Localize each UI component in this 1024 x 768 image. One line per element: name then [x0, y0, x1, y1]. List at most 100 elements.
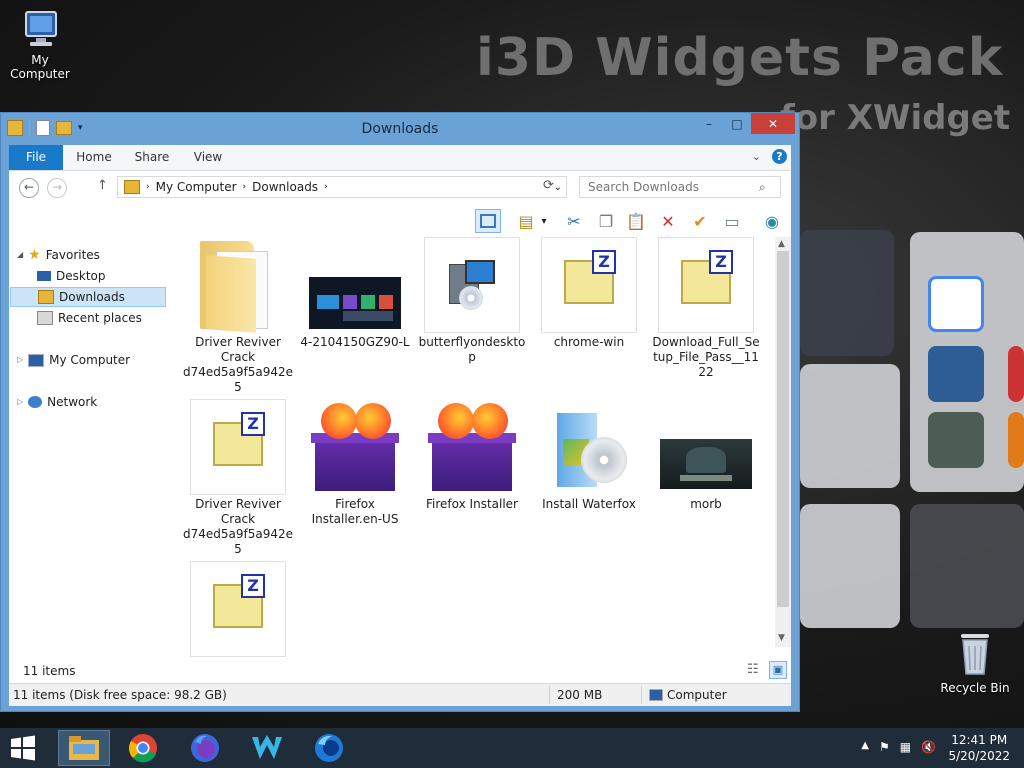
- refresh-button[interactable]: ⟳: [543, 178, 554, 193]
- breadcrumb-downloads[interactable]: Downloads: [252, 180, 318, 194]
- video-thumbnail-icon: [658, 399, 754, 495]
- maximize-button[interactable]: □: [723, 113, 751, 134]
- globe-icon[interactable]: ◉: [759, 209, 785, 233]
- minimize-button[interactable]: –: [695, 113, 723, 134]
- computer-icon: [25, 11, 57, 46]
- items-count-row: 11 items ☷ ▣: [9, 660, 791, 682]
- file-item[interactable]: Firefox Installer: [417, 399, 527, 512]
- file-item[interactable]: Z chrome-win: [534, 237, 644, 350]
- address-dropdown-icon[interactable]: ⌄: [554, 182, 562, 193]
- nav-favorites[interactable]: ◢ ★ Favorites: [17, 245, 100, 265]
- scroll-thumb[interactable]: [777, 251, 789, 607]
- zip-archive-icon: Z: [190, 399, 286, 495]
- forward-button[interactable]: →: [47, 178, 67, 198]
- start-button[interactable]: [0, 730, 46, 766]
- file-name: Install Waterfox: [542, 497, 636, 511]
- file-name: 4-2104150GZ90-L: [300, 335, 410, 349]
- waterfox-icon: [252, 735, 282, 759]
- file-item[interactable]: Z Download_Full_Setup_File_Pass__1122: [651, 237, 761, 380]
- file-item[interactable]: Z Driver Reviver Crack d74ed5a9f5a942e5: [183, 399, 293, 557]
- nav-network-label: Network: [47, 395, 98, 409]
- file-item[interactable]: Install Waterfox: [534, 399, 644, 512]
- vertical-scrollbar[interactable]: ▲ ▼: [775, 237, 791, 647]
- clock-time: 12:41 PM: [951, 733, 1008, 747]
- computer-icon: [649, 689, 663, 701]
- firefox-installer-icon: [307, 399, 403, 495]
- file-item[interactable]: butterflyondesktop: [417, 237, 527, 365]
- network-status-icon[interactable]: ▦: [900, 740, 911, 754]
- scroll-down-icon[interactable]: ▼: [778, 633, 785, 643]
- setup-installer-icon: [541, 399, 637, 495]
- details-view-icon[interactable]: ☷: [747, 662, 759, 677]
- expand-arrow-icon[interactable]: ◢: [17, 245, 23, 265]
- file-name: chrome-win: [553, 335, 625, 349]
- paste-icon[interactable]: 📋: [623, 209, 649, 233]
- large-icons-view-icon[interactable]: ▣: [769, 661, 787, 679]
- nav-my-computer[interactable]: ▷ My Computer: [17, 350, 130, 370]
- file-item[interactable]: 4-2104150GZ90-L: [300, 237, 410, 350]
- start-icon: [11, 735, 35, 761]
- help-icon[interactable]: ?: [772, 149, 787, 164]
- up-button[interactable]: ↑: [97, 178, 108, 193]
- volume-muted-icon[interactable]: 🔇: [921, 740, 936, 754]
- properties-icon[interactable]: ▭: [719, 209, 745, 233]
- downloads-folder-icon: [124, 180, 140, 194]
- tab-view[interactable]: View: [185, 145, 231, 170]
- nav-network[interactable]: ▷ Network: [17, 392, 97, 412]
- nav-desktop[interactable]: Desktop: [37, 266, 106, 286]
- recycle-bin-icon: [961, 634, 989, 675]
- collapse-arrow-icon[interactable]: ▷: [17, 392, 23, 412]
- breadcrumb-separator-icon[interactable]: ›: [146, 182, 150, 192]
- status-size: 200 MB: [557, 688, 603, 702]
- breadcrumb-separator-icon[interactable]: ›: [243, 182, 247, 192]
- nav-recent-places[interactable]: Recent places: [37, 308, 142, 328]
- chrome-icon: [129, 734, 157, 763]
- status-location: Computer: [667, 688, 727, 702]
- window-controls: – □ ✕: [695, 113, 795, 134]
- title-bar[interactable]: ▾ Downloads – □ ✕: [1, 113, 799, 143]
- close-button[interactable]: ✕: [751, 113, 795, 134]
- collapse-arrow-icon[interactable]: ▷: [17, 350, 23, 370]
- wallpaper-title: i3D Widgets Pack: [476, 28, 1004, 88]
- search-input[interactable]: Search Downloads: [579, 176, 781, 198]
- taskbar-waterfox[interactable]: [244, 730, 290, 766]
- nav-desktop-label: Desktop: [56, 269, 106, 283]
- breadcrumb-separator-icon[interactable]: ›: [324, 182, 328, 192]
- taskbar-firefox[interactable]: [182, 730, 228, 766]
- taskbar-file-explorer[interactable]: [58, 730, 110, 766]
- recycle-bin-desktop-icon[interactable]: Recycle Bin: [940, 628, 1010, 695]
- folder-options-icon[interactable]: ▤: [513, 209, 539, 233]
- firefox-nightly-icon: [315, 734, 343, 762]
- scroll-up-icon[interactable]: ▲: [778, 239, 785, 249]
- recycle-bin-label: Recycle Bin: [940, 681, 1010, 695]
- nav-computer-label: My Computer: [49, 353, 131, 367]
- dropdown-icon[interactable]: ▾: [537, 209, 551, 233]
- taskbar-chrome[interactable]: [120, 730, 166, 766]
- desktop-icon: [37, 271, 51, 281]
- action-center-flag-icon[interactable]: ⚑: [879, 740, 890, 754]
- back-button[interactable]: ←: [19, 178, 39, 198]
- file-item[interactable]: Driver Reviver Crack d74ed5a9f5a942e5: [183, 237, 293, 395]
- breadcrumb-my-computer[interactable]: My Computer: [156, 180, 237, 194]
- cut-icon[interactable]: ✂: [561, 209, 587, 233]
- file-item[interactable]: Firefox Installer.en-US: [300, 399, 410, 527]
- file-item[interactable]: Z: [183, 561, 293, 659]
- expand-ribbon-icon[interactable]: ⌄: [752, 150, 761, 163]
- copy-icon[interactable]: ❐: [593, 209, 619, 233]
- preview-pane-button[interactable]: [475, 209, 501, 233]
- my-computer-desktop-icon[interactable]: My Computer: [0, 8, 80, 81]
- tab-file[interactable]: File: [9, 145, 63, 170]
- system-clock[interactable]: 12:41 PM 5/20/2022: [948, 732, 1010, 764]
- nav-downloads[interactable]: Downloads: [10, 287, 166, 307]
- address-field[interactable]: › My Computer › Downloads › ⌄: [117, 176, 567, 198]
- taskbar-firefox-nightly[interactable]: [306, 730, 352, 766]
- tab-home[interactable]: Home: [71, 145, 117, 170]
- widget-panel: [800, 230, 894, 356]
- delete-icon[interactable]: ✕: [655, 209, 681, 233]
- rename-icon[interactable]: ✔: [687, 209, 713, 233]
- show-hidden-icons-icon[interactable]: ▲: [861, 740, 869, 754]
- file-item[interactable]: morb: [651, 399, 761, 512]
- computer-icon: [28, 353, 45, 367]
- file-name: Download_Full_Setup_File_Pass__1122: [652, 335, 760, 379]
- tab-share[interactable]: Share: [129, 145, 175, 170]
